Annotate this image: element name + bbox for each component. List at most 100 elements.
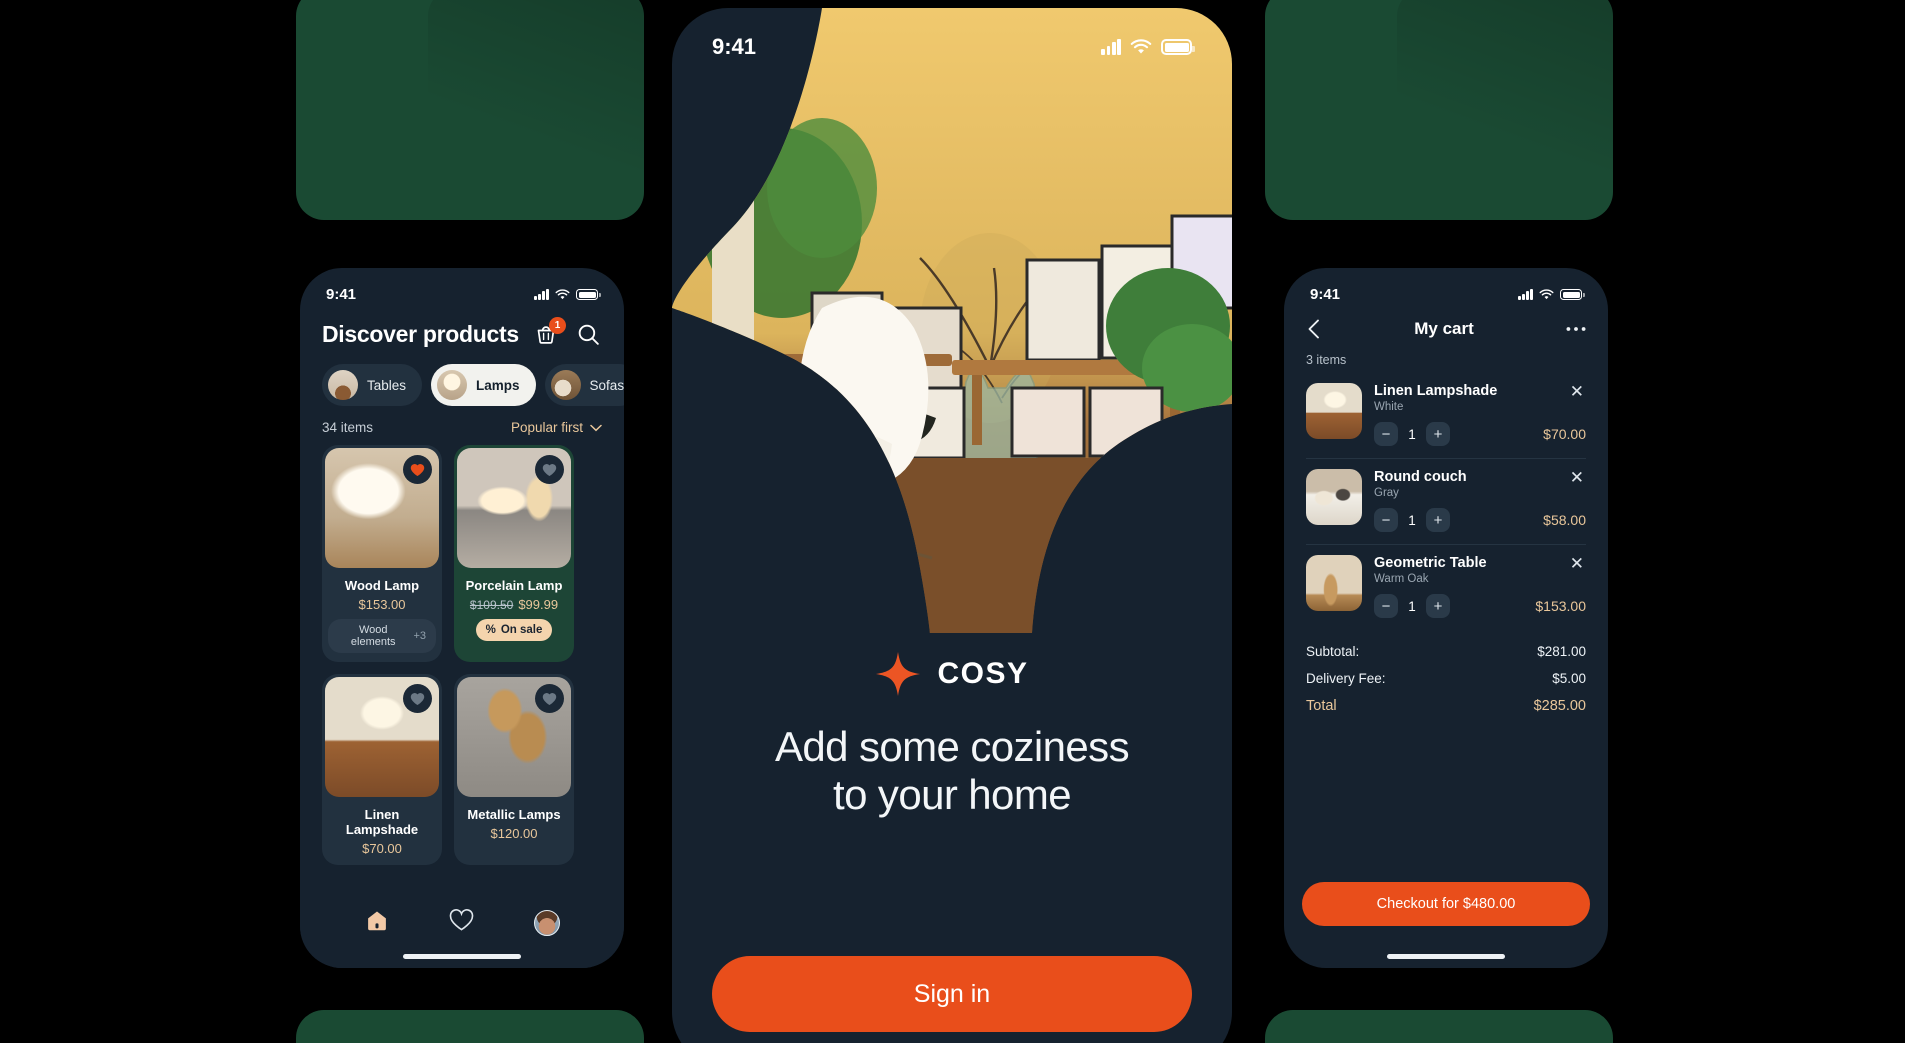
favorite-heart-icon[interactable]	[403, 684, 432, 713]
cart-item-price: $70.00	[1543, 426, 1586, 442]
status-bar-center: 9:41	[672, 8, 1232, 60]
status-bar-left: 9:41	[300, 268, 624, 303]
increase-quantity-button[interactable]: +	[1426, 594, 1450, 618]
cart-icon[interactable]: 1	[534, 316, 566, 348]
sparkle-star-icon	[876, 651, 921, 697]
category-chip-lamps[interactable]: Lamps	[431, 364, 536, 406]
cart-item-variant: Gray	[1374, 487, 1399, 499]
product-card[interactable]: Wood Lamp $153.00 Wood elements +3	[322, 445, 442, 662]
chevron-down-icon	[590, 424, 602, 431]
favorite-heart-icon[interactable]	[535, 455, 564, 484]
tag-label: Wood elements	[350, 624, 396, 648]
summary-row-total: Total $285.00	[1306, 698, 1586, 714]
checkout-button[interactable]: Checkout for $480.00	[1302, 882, 1590, 926]
order-summary: Subtotal: $281.00 Delivery Fee: $5.00 To…	[1284, 630, 1608, 714]
increase-quantity-button[interactable]: +	[1426, 508, 1450, 532]
cart-item-price: $58.00	[1543, 512, 1586, 528]
cart-item-price: $153.00	[1535, 598, 1586, 614]
summary-value: $5.00	[1552, 671, 1586, 686]
product-thumbnail	[1306, 555, 1362, 611]
tab-home[interactable]	[364, 908, 390, 939]
cellular-signal-icon	[534, 289, 549, 300]
quantity-stepper[interactable]: − 1 +	[1374, 508, 1450, 532]
tag-extra: +3	[413, 630, 426, 642]
product-card[interactable]: Linen Lampshade $70.00	[322, 674, 442, 865]
wifi-icon	[1130, 38, 1152, 54]
battery-icon	[576, 289, 601, 300]
cart-item[interactable]: Round couch Gray ✕ − 1 + $58.00	[1306, 459, 1586, 545]
battery-icon	[1560, 289, 1585, 300]
remove-item-icon[interactable]: ✕	[1568, 555, 1586, 572]
home-indicator	[403, 954, 521, 959]
remove-item-icon[interactable]: ✕	[1568, 383, 1586, 400]
lamp-thumbnail-icon	[437, 370, 468, 400]
onboarding-content: COSY Add some coziness to your home	[672, 633, 1232, 819]
quantity-stepper[interactable]: − 1 +	[1374, 422, 1450, 446]
sign-in-button[interactable]: Sign in	[712, 956, 1192, 1032]
sofa-thumbnail-icon	[550, 370, 581, 400]
quantity-value: 1	[1408, 512, 1416, 528]
status-bar-right: 9:41	[1284, 268, 1608, 303]
quantity-stepper[interactable]: − 1 +	[1374, 594, 1450, 618]
wifi-icon	[555, 288, 570, 299]
decor-green-plate-bottom-left	[296, 1010, 644, 1043]
hero-photo	[672, 8, 1232, 633]
cart-item[interactable]: Geometric Table Warm Oak ✕ − 1 + $153.00	[1306, 545, 1586, 630]
product-price: $70.00	[362, 841, 402, 856]
product-price: $153.00	[358, 597, 406, 612]
cart-item-list: Linen Lampshade White ✕ − 1 + $70.00 Rou…	[1284, 367, 1608, 630]
summary-label: Delivery Fee:	[1306, 671, 1386, 686]
decrease-quantity-button[interactable]: −	[1374, 594, 1398, 618]
chip-label: Lamps	[476, 377, 520, 393]
sort-label: Popular first	[510, 420, 583, 435]
brand-name: COSY	[937, 657, 1029, 690]
status-time: 9:41	[1310, 286, 1341, 303]
hero-image-region	[672, 8, 1232, 633]
cart-item[interactable]: Linen Lampshade White ✕ − 1 + $70.00	[1306, 373, 1586, 459]
cart-item-name: Geometric Table	[1374, 555, 1487, 571]
product-price: $99.99	[518, 597, 559, 612]
chevron-left-icon[interactable]	[1306, 319, 1322, 339]
ellipsis-icon[interactable]	[1566, 326, 1586, 332]
remove-item-icon[interactable]: ✕	[1568, 469, 1586, 486]
summary-row-delivery: Delivery Fee: $5.00	[1306, 671, 1586, 686]
product-card[interactable]: Metallic Lamps $120.00	[454, 674, 574, 865]
cart-item-variant: Warm Oak	[1374, 573, 1429, 585]
product-grid: Wood Lamp $153.00 Wood elements +3 Porce…	[300, 435, 624, 865]
decrease-quantity-button[interactable]: −	[1374, 422, 1398, 446]
cart-item-name: Linen Lampshade	[1374, 383, 1498, 399]
home-icon	[367, 910, 386, 930]
increase-quantity-button[interactable]: +	[1426, 422, 1450, 446]
product-old-price: $109.50	[469, 598, 514, 612]
phone-discover-products: 9:41 Discover products 1 Tables Lamps So…	[300, 268, 624, 968]
favorite-heart-icon[interactable]	[535, 684, 564, 713]
decrease-quantity-button[interactable]: −	[1374, 508, 1398, 532]
search-icon[interactable]	[576, 322, 602, 348]
product-card[interactable]: Porcelain Lamp $109.50 $99.99 % On sale	[454, 445, 574, 662]
summary-value: $281.00	[1537, 644, 1586, 659]
percent-icon: %	[485, 624, 496, 636]
cellular-signal-icon	[1518, 289, 1533, 300]
status-time: 9:41	[326, 286, 357, 303]
item-count: 34 items	[322, 420, 374, 435]
app-showcase-stage: 9:41 Discover products 1 Tables Lamps So…	[0, 0, 1905, 1043]
product-thumbnail	[1306, 469, 1362, 525]
tagline-line-2: to your home	[833, 770, 1072, 818]
product-price: $120.00	[490, 826, 538, 841]
product-name: Porcelain Lamp	[465, 578, 563, 593]
phone-my-cart: 9:41 My cart 3 items Linen Lampshade Whi…	[1284, 268, 1608, 968]
cart-item-count: 3 items	[1306, 353, 1347, 367]
product-image	[325, 677, 439, 797]
favorite-heart-icon[interactable]	[403, 455, 432, 484]
home-indicator	[1387, 954, 1505, 959]
decor-green-plate-top-left	[296, 0, 644, 220]
tab-favorites[interactable]	[449, 909, 474, 937]
sort-dropdown[interactable]: Popular first	[511, 420, 602, 435]
cart-item-variant: White	[1374, 401, 1404, 413]
tab-profile-avatar[interactable]	[534, 910, 561, 936]
category-chip-tables[interactable]: Tables	[322, 364, 423, 406]
category-chip-list[interactable]: Tables Lamps Sofas	[300, 348, 624, 406]
decor-green-plate-top-right	[1265, 0, 1613, 220]
category-chip-sofas[interactable]: Sofas	[544, 364, 624, 406]
product-image	[457, 677, 571, 797]
